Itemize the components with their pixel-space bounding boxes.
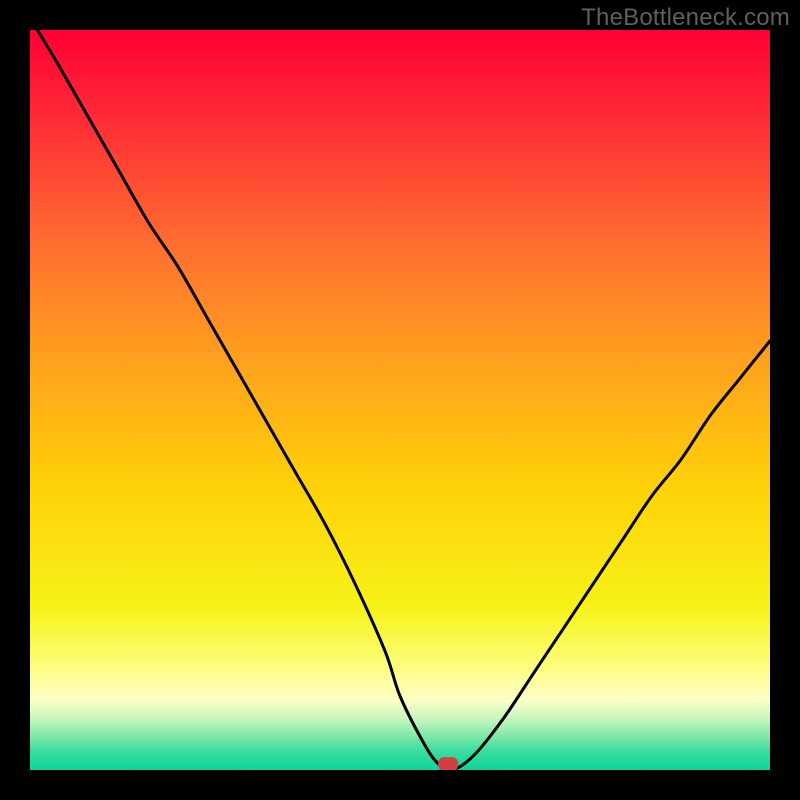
chart-frame: TheBottleneck.com [0,0,800,800]
watermark-text: TheBottleneck.com [581,4,790,32]
plot-area [30,30,770,770]
gradient-background [30,30,770,770]
bottleneck-chart [30,30,770,770]
optimum-marker [438,757,458,770]
